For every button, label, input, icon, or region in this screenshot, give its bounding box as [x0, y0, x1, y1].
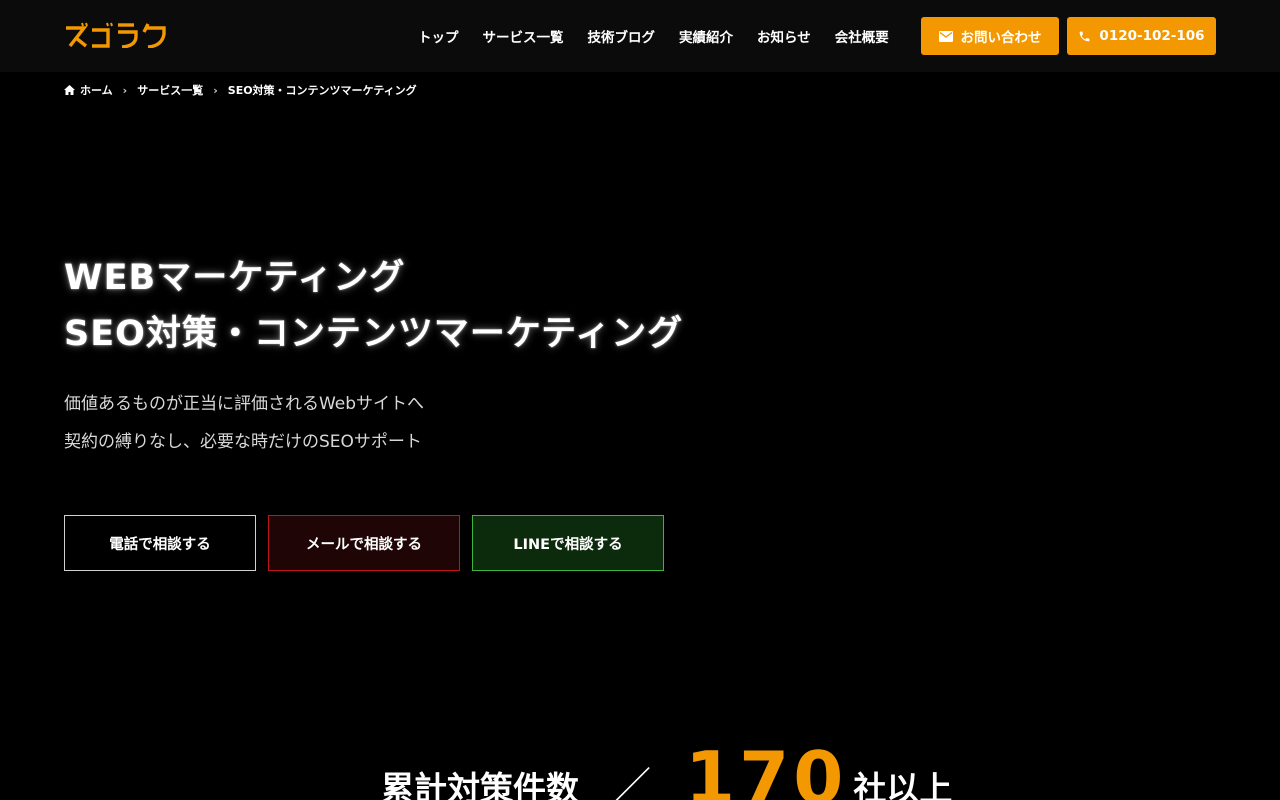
home-icon	[64, 85, 75, 95]
site-logo[interactable]	[64, 22, 166, 49]
nav-item-works[interactable]: 実績紹介	[679, 26, 733, 46]
site-header: トップ サービス一覧 技術ブログ 実績紹介 お知らせ 会社概要 お問い合わせ 0…	[0, 0, 1280, 72]
phone-button-label: 0120-102-106	[1099, 28, 1205, 44]
phone-icon	[1078, 30, 1091, 43]
stats-label: 累計対策件数	[381, 769, 579, 800]
stats-number: 170	[685, 736, 848, 800]
contact-button-label: お問い合わせ	[960, 30, 1042, 46]
logo-mark-icon	[66, 22, 166, 49]
breadcrumb: ホーム › サービス一覧 › SEO対策・コンテンツマーケティング	[64, 82, 417, 98]
mail-icon	[938, 30, 953, 42]
hero-subtitle-line1: 価値あるものが正当に評価されるWebサイトへ	[64, 394, 425, 414]
hero-title-line1: WEBマーケティング	[64, 258, 406, 298]
hero-subtitle-line2: 契約の縛りなし、必要な時だけのSEOサポート	[64, 432, 422, 452]
page: トップ サービス一覧 技術ブログ 実績紹介 お知らせ 会社概要 お問い合わせ 0…	[0, 0, 1280, 800]
nav-item-tech-blog[interactable]: 技術ブログ	[588, 26, 656, 46]
cta-mail-button[interactable]: メールで相談する	[268, 515, 460, 571]
breadcrumb-current: SEO対策・コンテンツマーケティング	[227, 84, 417, 97]
nav-item-news[interactable]: お知らせ	[757, 26, 811, 46]
chevron-right-icon: ›	[122, 83, 128, 97]
nav-item-company[interactable]: 会社概要	[835, 26, 889, 46]
chevron-right-icon: ›	[213, 83, 218, 97]
contact-button[interactable]: お問い合わせ	[921, 17, 1059, 55]
breadcrumb-home[interactable]: ホーム	[80, 82, 113, 98]
stats-unit: 社以上	[853, 769, 953, 800]
hero-title: WEBマーケティング SEO対策・コンテンツマーケティング	[64, 250, 683, 362]
stats-banner: 累計対策件数 ／ 170 社以上	[381, 738, 952, 800]
nav-item-services[interactable]: サービス一覧	[483, 26, 564, 46]
stats-slash: ／	[613, 764, 652, 800]
main-nav: トップ サービス一覧 技術ブログ 実績紹介 お知らせ 会社概要	[418, 0, 913, 72]
nav-item-top[interactable]: トップ	[418, 26, 459, 46]
breadcrumb-services[interactable]: サービス一覧	[137, 82, 203, 98]
hero-subtitle: 価値あるものが正当に評価されるWebサイトへ 契約の縛りなし、必要な時だけのSE…	[64, 385, 424, 461]
cta-line-button[interactable]: LINEで相談する	[472, 515, 664, 571]
cta-phone-button[interactable]: 電話で相談する	[64, 515, 256, 571]
phone-button[interactable]: 0120-102-106	[1067, 17, 1216, 55]
hero-title-line2: SEO対策・コンテンツマーケティング	[64, 314, 684, 354]
